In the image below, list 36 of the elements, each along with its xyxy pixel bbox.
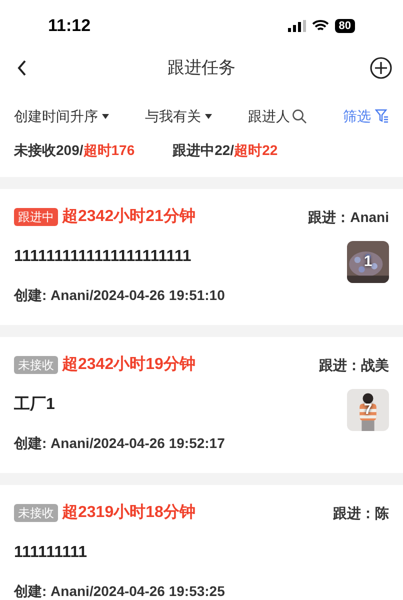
back-icon bbox=[17, 60, 27, 76]
overdue-time: 超2342小时19分钟 bbox=[62, 354, 196, 375]
sort-dropdown[interactable]: 创建时间升序 bbox=[14, 106, 109, 126]
created-info: 创建: Anani/2024-04-26 19:53:25 bbox=[14, 582, 225, 600]
status-tag: 跟进中 bbox=[14, 208, 58, 226]
task-count: 未接收209/超时176 bbox=[14, 141, 135, 160]
overdue-time: 超2319小时18分钟 bbox=[62, 502, 196, 523]
follower-name: 跟进：战美 bbox=[319, 356, 389, 374]
overdue-time: 超2342小时21分钟 bbox=[62, 206, 196, 227]
task-card[interactable]: 跟进中 超2342小时21分钟 跟进：Anani 1111111111111111111111 创建: Anani/2024-04-26 19:51:10 1 bbox=[0, 189, 403, 325]
status-tag: 未接收 bbox=[14, 504, 58, 522]
filter-icon bbox=[375, 109, 389, 123]
task-title: 1111111111111111111111 bbox=[14, 247, 192, 267]
caret-icon bbox=[102, 114, 109, 118]
add-button[interactable] bbox=[369, 56, 393, 80]
page-title: 跟进任务 bbox=[168, 57, 236, 80]
wifi-icon bbox=[312, 20, 329, 32]
follower-name: 跟进：Anani bbox=[308, 208, 389, 226]
photo-thumbnail[interactable]: 1 bbox=[347, 241, 389, 283]
signal-icon bbox=[288, 20, 306, 32]
task-title: 工厂1 bbox=[14, 395, 56, 415]
task-title: 111111111 bbox=[14, 543, 88, 563]
photo-count: 1 bbox=[364, 252, 372, 272]
filter-button[interactable]: 筛选 bbox=[343, 106, 389, 126]
created-info: 创建: Anani/2024-04-26 19:51:10 bbox=[14, 286, 225, 305]
follower-search[interactable]: 跟进人 bbox=[248, 106, 307, 126]
status-tag: 未接收 bbox=[14, 356, 58, 374]
battery-level: 80 bbox=[334, 19, 355, 33]
status-time: 11:12 bbox=[48, 15, 91, 38]
search-icon bbox=[292, 108, 307, 124]
caret-icon bbox=[205, 114, 212, 118]
created-info: 创建: Anani/2024-04-26 19:52:17 bbox=[14, 434, 225, 453]
task-count: 跟进中22/超时22 bbox=[172, 141, 278, 160]
task-card[interactable]: 未接收 超2319小时18分钟 跟进：陈 111111111 创建: Anani/2024-04-26 19:53:25 bbox=[0, 485, 403, 600]
sort-dropdown[interactable]: 与我有关 bbox=[145, 106, 212, 126]
follower-name: 跟进：陈 bbox=[333, 504, 389, 522]
